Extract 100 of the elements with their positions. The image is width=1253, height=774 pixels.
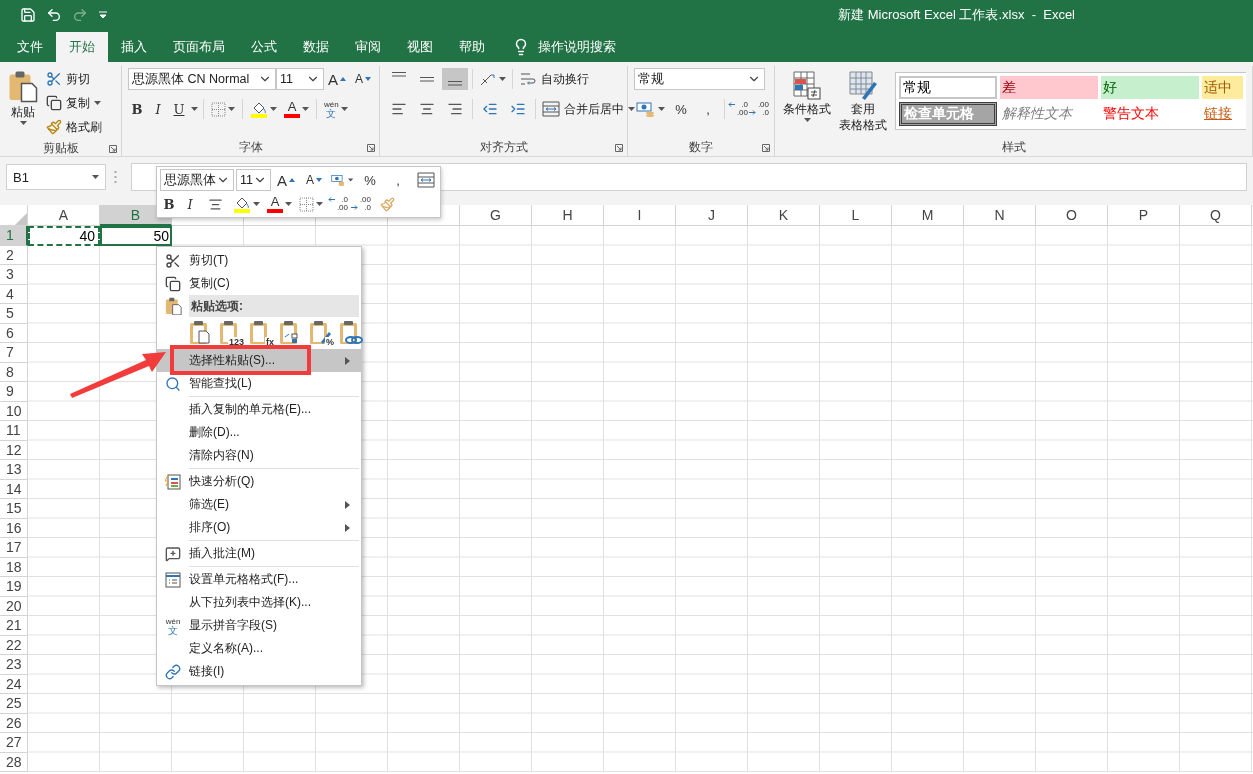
row-header[interactable]: 6 — [0, 323, 28, 343]
column-header[interactable]: K — [748, 205, 820, 226]
row-header[interactable]: 18 — [0, 557, 28, 577]
ribbon-tab[interactable]: 开始 — [56, 32, 108, 62]
row-header[interactable]: 3 — [0, 265, 28, 285]
column-header[interactable]: Q — [1180, 205, 1252, 226]
row-header[interactable]: 15 — [0, 499, 28, 519]
row-header[interactable]: 22 — [0, 635, 28, 655]
dialog-launcher-icon[interactable] — [615, 144, 623, 152]
ribbon-tab[interactable]: 数据 — [290, 32, 342, 62]
undo-icon[interactable] — [46, 7, 62, 23]
column-header[interactable]: H — [532, 205, 604, 226]
menu-item[interactable]: 插入批注(M) — [157, 542, 361, 565]
phonetic-button[interactable]: wén 文 — [322, 98, 350, 120]
row-header[interactable]: 25 — [0, 694, 28, 714]
customize-icon[interactable] — [98, 11, 108, 19]
number-format-dropdown[interactable]: 常规 — [634, 68, 765, 90]
ribbon-tab[interactable]: 审阅 — [342, 32, 394, 62]
table-cell[interactable]: 50 — [100, 226, 172, 246]
bottom-align-button[interactable] — [442, 68, 468, 90]
row-header[interactable]: 17 — [0, 538, 28, 558]
row-header[interactable]: 2 — [0, 245, 28, 265]
ribbon-tab[interactable]: 公式 — [238, 32, 290, 62]
menu-item[interactable]: 定义名称(A)... — [157, 637, 361, 660]
dialog-launcher-icon[interactable] — [109, 145, 117, 153]
paste-option-button[interactable] — [339, 320, 363, 346]
copy-button[interactable]: 复制 — [44, 92, 104, 114]
menu-item[interactable]: 从下拉列表中选择(K)... — [157, 591, 361, 614]
format-as-table-button[interactable]: 套用 表格格式 — [837, 68, 889, 136]
underline-button[interactable]: U — [170, 98, 188, 120]
row-header[interactable]: 5 — [0, 304, 28, 324]
row-header[interactable]: 16 — [0, 518, 28, 538]
menu-item[interactable]: 插入复制的单元格(E)... — [157, 398, 361, 421]
wrap-text-button[interactable]: 自动换行 — [517, 68, 591, 90]
menu-item[interactable]: 智能查找(L) — [157, 372, 361, 395]
decimal-button[interactable]: .0 .00 — [728, 101, 748, 117]
menu-item[interactable]: 设置单元格格式(F)... — [157, 568, 361, 591]
font-size-dropdown[interactable]: 11 — [276, 68, 324, 90]
column-header[interactable]: M — [892, 205, 964, 226]
menu-item[interactable]: 删除(D)... — [157, 421, 361, 444]
column-header[interactable]: A — [28, 205, 100, 226]
menu-item[interactable]: 快速分析(Q) — [157, 470, 361, 493]
cell-style[interactable]: 差 — [1000, 76, 1098, 99]
font-name-dropdown[interactable]: 思源黑体 CN Normal — [128, 68, 276, 90]
font-size-dropdown[interactable]: 11 — [236, 169, 271, 191]
menu-item[interactable]: 复制(C) — [157, 272, 361, 295]
font-color-button[interactable]: A — [265, 193, 294, 215]
cut-button[interactable]: 剪切 — [44, 68, 104, 90]
save-icon[interactable] — [20, 7, 36, 23]
column-header[interactable]: I — [604, 205, 676, 226]
format-painter-button[interactable]: 格式刷 — [44, 116, 104, 138]
comma-button[interactable]: , — [695, 98, 721, 120]
italic-button[interactable]: I — [149, 98, 167, 120]
cell-style[interactable]: 好 — [1101, 76, 1199, 99]
ribbon-tab[interactable]: 插入 — [108, 32, 160, 62]
name-box[interactable]: B1 — [6, 164, 106, 190]
bold-button[interactable]: B — [128, 98, 146, 120]
column-header[interactable]: P — [1108, 205, 1180, 226]
tell-me-search[interactable]: 操作说明搜索 — [538, 38, 616, 56]
menu-item[interactable]: 剪切(T) — [157, 249, 361, 272]
column-header[interactable]: N — [964, 205, 1036, 226]
row-header[interactable]: 12 — [0, 440, 28, 460]
menu-item[interactable]: 清除内容(N) — [157, 444, 361, 467]
column-header[interactable]: L — [820, 205, 892, 226]
decimal-button[interactable]: .00 .0 — [749, 101, 769, 117]
dialog-launcher-icon[interactable] — [762, 144, 770, 152]
menu-item[interactable]: 排序(O) — [157, 516, 361, 539]
italic-button[interactable]: I — [181, 193, 199, 215]
row-header[interactable]: 28 — [0, 752, 28, 772]
cell-style[interactable]: 适中 — [1202, 76, 1243, 99]
row-header[interactable]: 24 — [0, 674, 28, 694]
comma-button[interactable]: , — [385, 169, 411, 191]
paste-option-button[interactable]: fx — [249, 320, 273, 346]
row-header[interactable]: 13 — [0, 460, 28, 480]
table-cell[interactable]: 40 — [28, 226, 100, 246]
row-header[interactable]: 23 — [0, 655, 28, 675]
row-header[interactable]: 1 — [0, 226, 28, 246]
row-header[interactable]: 9 — [0, 382, 28, 402]
cell-style[interactable]: 链接 — [1202, 102, 1243, 126]
dialog-launcher-icon[interactable] — [367, 144, 375, 152]
decimal-button[interactable]: .00 .0 — [351, 196, 371, 212]
row-header[interactable]: 4 — [0, 284, 28, 304]
column-header[interactable]: J — [676, 205, 748, 226]
paste-button[interactable]: 粘贴 — [6, 68, 40, 138]
row-header[interactable]: 26 — [0, 713, 28, 733]
row-header[interactable]: 21 — [0, 616, 28, 636]
menu-item[interactable]: 链接(I) — [157, 660, 361, 683]
decimal-button[interactable]: .0 .00 — [328, 196, 348, 212]
grow-font-button[interactable]: A — [273, 169, 299, 191]
column-header[interactable]: G — [460, 205, 532, 226]
font-name-dropdown[interactable]: 思源黑体 — [160, 169, 234, 191]
paste-option-button[interactable]: 123 — [219, 320, 243, 346]
row-header[interactable]: 27 — [0, 733, 28, 753]
paste-option-button[interactable]: % — [309, 320, 333, 346]
row-header[interactable]: 7 — [0, 343, 28, 363]
paste-option-button[interactable] — [189, 320, 213, 346]
cell-style[interactable]: 常规 — [899, 76, 997, 99]
row-header[interactable]: 20 — [0, 596, 28, 616]
percent-button[interactable]: % — [357, 169, 383, 191]
merge-center-button[interactable]: 合并后居中 — [540, 98, 637, 120]
